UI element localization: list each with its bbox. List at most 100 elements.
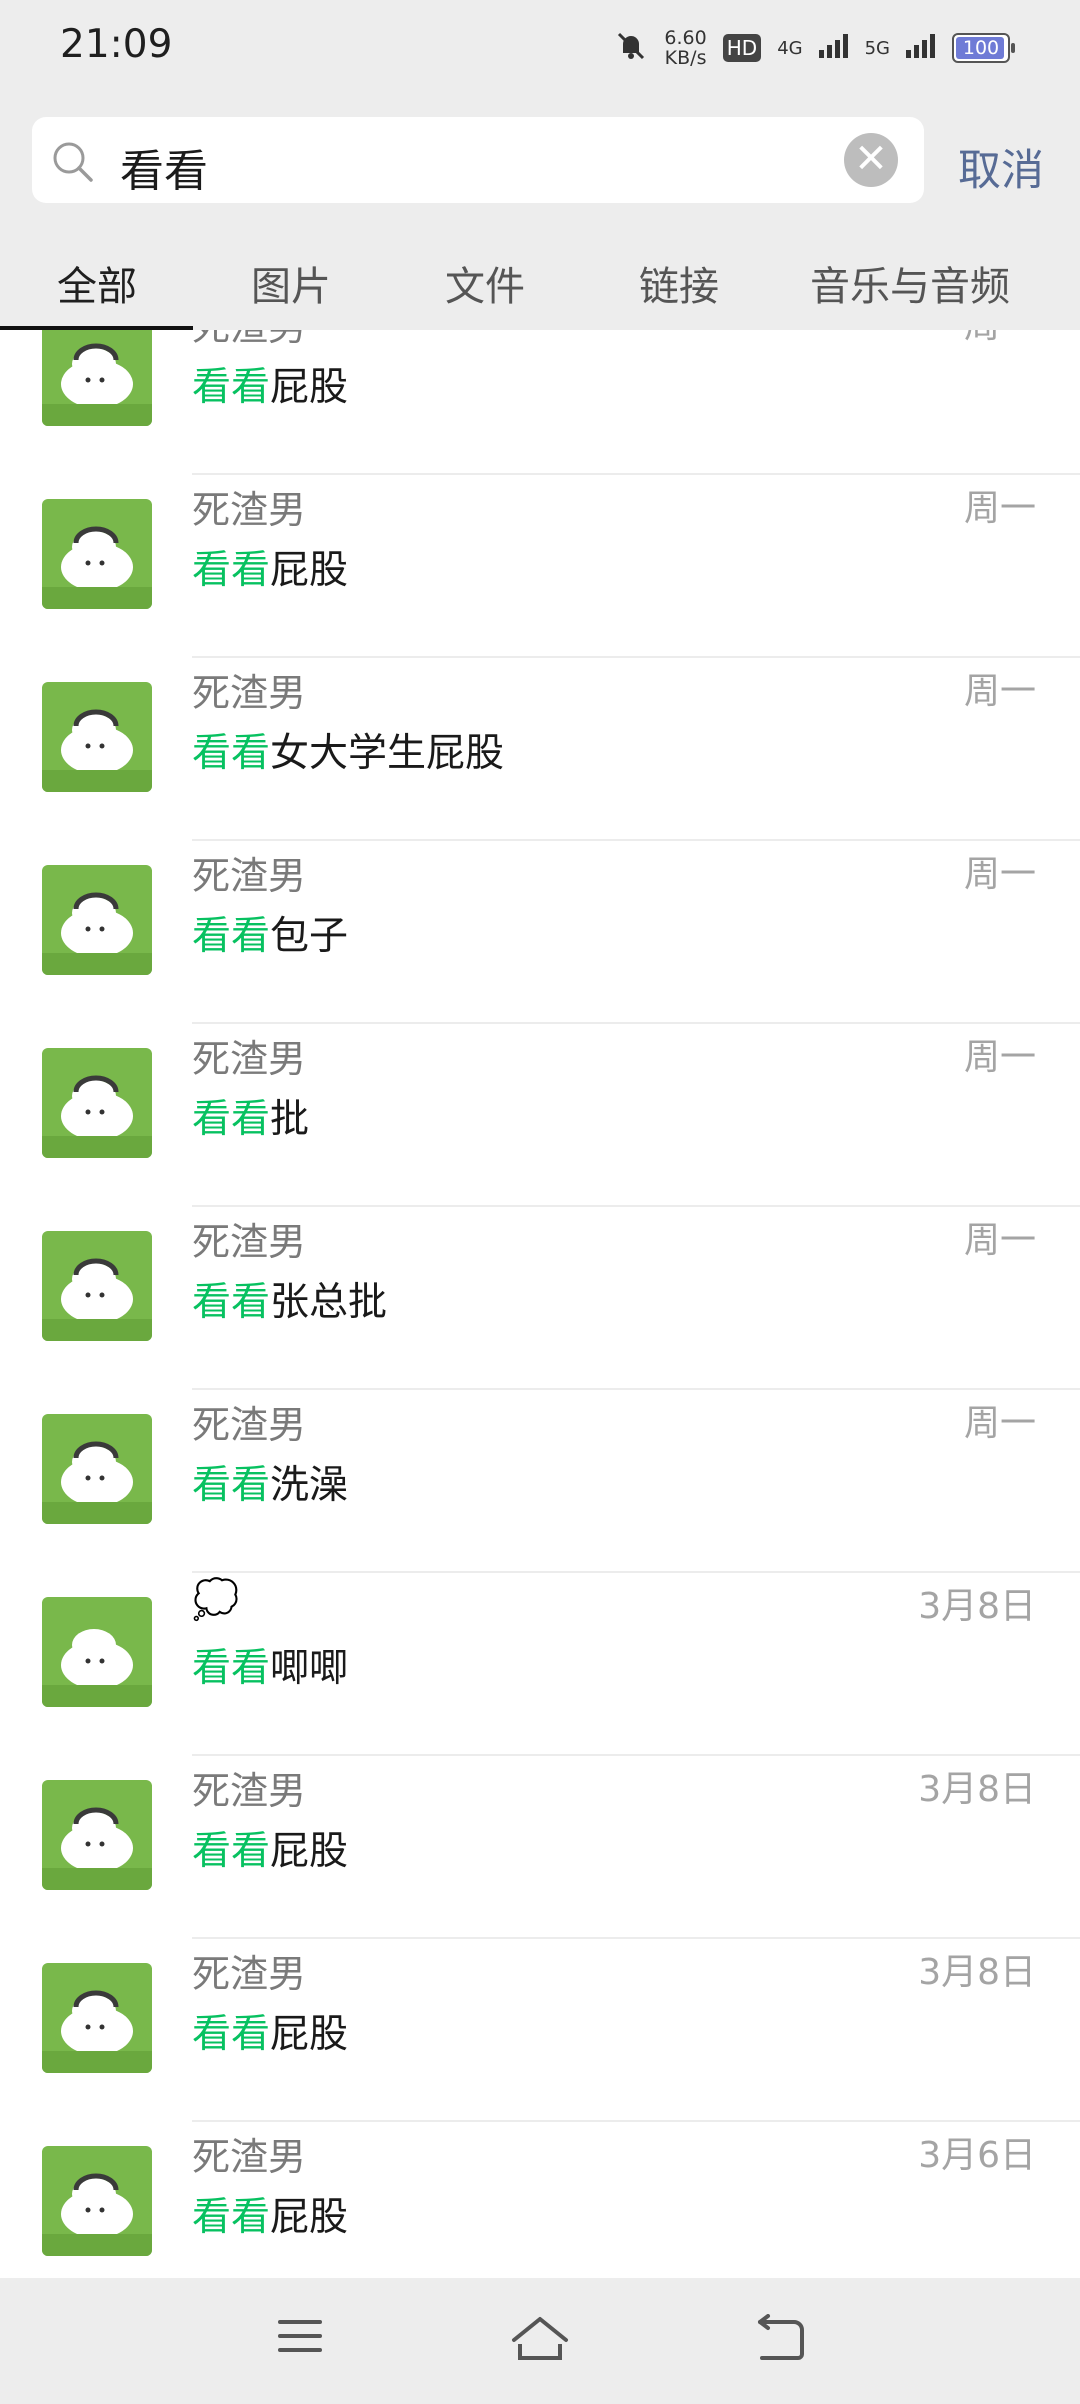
message-date: 3月8日 — [918, 1952, 1036, 1993]
tab-music-audio[interactable]: 音乐与音频 — [810, 254, 1010, 312]
signal-bars-icon — [818, 34, 849, 62]
status-icons: 6.60 KB/s HD 4G 5G 100 — [614, 27, 1015, 69]
message-date: 周一 — [963, 1220, 1036, 1261]
highlighted-keyword: 看看 — [192, 1280, 271, 1325]
search-results-list[interactable]: 死渣男周一看看屁股死渣男周一看看屁股死渣男周一看看女大学生屁股死渣男周一看看包子… — [0, 330, 1080, 2278]
highlighted-keyword: 看看 — [192, 1829, 271, 1874]
search-icon — [50, 139, 94, 187]
back-icon[interactable] — [754, 2314, 806, 2368]
contact-name: 死渣男 — [192, 330, 306, 351]
hd-icon: HD — [722, 34, 762, 62]
contact-name: 死渣男 — [192, 488, 307, 532]
snippet-text: 屁股 — [270, 2012, 349, 2057]
avatar — [42, 1231, 152, 1341]
message-snippet: 看看屁股 — [192, 539, 348, 595]
home-icon[interactable] — [510, 2314, 570, 2368]
message-snippet: 看看屁股 — [192, 356, 348, 412]
highlighted-keyword: 看看 — [192, 731, 271, 776]
mute-icon — [614, 29, 648, 67]
highlighted-keyword: 看看 — [192, 1097, 271, 1142]
battery-icon: 100 — [952, 33, 1015, 63]
tab-all[interactable]: 全部 — [57, 254, 137, 312]
result-row[interactable]: 死渣男 3月6日看看屁股 — [0, 2122, 1080, 2278]
avatar — [42, 330, 152, 426]
message-date: 周一 — [963, 1403, 1036, 1444]
status-bar: 21:09 6.60 KB/s HD 4G 5G 100 — [0, 0, 1080, 100]
message-snippet: 看看张总批 — [192, 1271, 387, 1327]
highlighted-keyword: 看看 — [192, 548, 271, 593]
contact-name: 死渣男 — [192, 671, 307, 715]
message-snippet: 看看包子 — [192, 905, 348, 961]
clear-icon[interactable]: ✕ — [844, 133, 898, 187]
snippet-text: 屁股 — [270, 365, 349, 410]
signal-bars-icon — [906, 34, 936, 62]
navigation-bar — [0, 2278, 1080, 2404]
result-row[interactable]: 死渣男 周一看看女大学生屁股 — [0, 658, 1080, 841]
message-date: 周一 — [963, 671, 1036, 712]
highlighted-keyword: 看看 — [192, 2012, 271, 2057]
message-date: 周一 — [963, 854, 1036, 895]
snippet-text: 女大学生屁股 — [270, 731, 505, 776]
message-snippet: 看看洗澡 — [192, 1454, 348, 1510]
message-date: 3月8日 — [918, 1586, 1036, 1627]
snippet-text: 批 — [270, 1097, 310, 1142]
result-row[interactable]: 死渣男 周一看看张总批 — [0, 1207, 1080, 1390]
highlighted-keyword: 看看 — [192, 1463, 271, 1508]
snippet-text: 屁股 — [270, 2195, 349, 2240]
signal-4g-icon: 4G — [777, 37, 803, 59]
highlighted-keyword: 看看 — [192, 1646, 271, 1691]
tab-files[interactable]: 文件 — [445, 254, 525, 312]
snippet-text: 屁股 — [270, 1829, 349, 1874]
contact-name: 死渣男 — [192, 2135, 307, 2179]
status-time: 21:09 — [60, 22, 173, 67]
contact-name: 死渣男 — [192, 1220, 307, 1264]
result-row[interactable]: 死渣男 周一看看屁股 — [0, 475, 1080, 658]
message-date: 周一 — [963, 488, 1036, 529]
result-row[interactable]: 死渣男 周一看看包子 — [0, 841, 1080, 1024]
avatar — [42, 1780, 152, 1890]
result-row[interactable]: 死渣男 周一看看洗澡 — [0, 1390, 1080, 1573]
avatar — [42, 1597, 152, 1707]
result-row[interactable]: 死渣男 3月8日 看看屁股 — [0, 1756, 1080, 1939]
message-snippet: 看看唧唧 — [192, 1637, 348, 1693]
avatar — [42, 2146, 152, 2256]
message-date: 周一 — [964, 330, 1036, 348]
contact-name: 💭 — [192, 1577, 240, 1621]
avatar — [42, 682, 152, 792]
result-row[interactable]: 死渣男 周一看看屁股 — [0, 330, 1080, 475]
message-date: 3月6日 — [918, 2135, 1036, 2176]
net-speed: 6.60 KB/s — [664, 27, 707, 69]
filter-tabs: 全部 图片 文件 链接 音乐与音频 — [0, 230, 1080, 330]
message-snippet: 看看屁股 — [192, 1820, 348, 1876]
message-date: 周一 — [963, 1037, 1036, 1078]
result-row[interactable]: 💭 3月8日看看唧唧 — [0, 1573, 1080, 1756]
menu-icon[interactable] — [276, 2314, 324, 2362]
result-row[interactable]: 死渣男 3月8日看看屁股 — [0, 1939, 1080, 2122]
snippet-text: 屁股 — [270, 548, 349, 593]
avatar — [42, 865, 152, 975]
snippet-text: 包子 — [270, 914, 349, 959]
cancel-button[interactable]: 取消 — [958, 136, 1044, 198]
tab-links[interactable]: 链接 — [639, 254, 719, 312]
snippet-text: 唧唧 — [270, 1646, 349, 1691]
message-date: 3月8日 — [918, 1769, 1036, 1810]
signal-5g-icon: 5G — [864, 37, 890, 59]
search-input[interactable]: 看看 ✕ — [32, 117, 924, 203]
contact-name: 死渣男 — [192, 854, 307, 898]
tab-images[interactable]: 图片 — [251, 254, 331, 312]
highlighted-keyword: 看看 — [192, 365, 271, 410]
search-query[interactable]: 看看 — [120, 135, 208, 199]
search-bar: 看看 ✕ 取消 — [0, 100, 1080, 230]
snippet-text: 张总批 — [270, 1280, 388, 1325]
result-row[interactable]: 死渣男 周一看看批 — [0, 1024, 1080, 1207]
contact-name: 死渣男 — [192, 1403, 307, 1447]
message-snippet: 看看批 — [192, 1088, 309, 1144]
avatar — [42, 1048, 152, 1158]
message-snippet: 看看屁股 — [192, 2186, 348, 2242]
avatar — [42, 499, 152, 609]
highlighted-keyword: 看看 — [192, 914, 271, 959]
highlighted-keyword: 看看 — [192, 2195, 271, 2240]
message-snippet: 看看屁股 — [192, 2003, 348, 2059]
contact-name: 死渣男 — [192, 1037, 307, 1081]
contact-name: 死渣男 — [192, 1952, 307, 1996]
